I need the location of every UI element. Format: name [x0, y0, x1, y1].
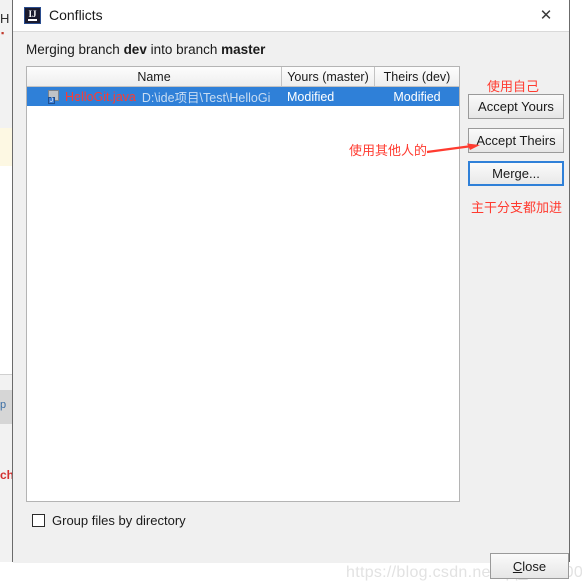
- column-header-theirs[interactable]: Theirs (dev): [375, 67, 459, 86]
- table-row[interactable]: J HelloGit.java D:\ide项目\Test\HelloGi Mo…: [27, 87, 459, 106]
- annotation-arrow-icon: [426, 143, 480, 154]
- java-class-icon: J: [48, 90, 61, 104]
- conflicts-table[interactable]: Name Yours (master) Theirs (dev) J Hello…: [26, 66, 460, 502]
- background-marker-icon: ▪: [1, 28, 5, 38]
- dialog-titlebar: IJ Conflicts ✕: [13, 0, 569, 32]
- table-cell-theirs: Modified: [393, 89, 441, 104]
- background-editor-highlight: [0, 128, 12, 166]
- dialog-title: Conflicts: [49, 7, 103, 23]
- column-header-yours[interactable]: Yours (master): [282, 67, 375, 86]
- table-cell-name: J HelloGit.java D:\ide项目\Test\HelloGi: [27, 87, 282, 106]
- background-editor-area: [0, 166, 12, 374]
- accept-yours-button[interactable]: Accept Yours: [468, 94, 564, 119]
- file-path: D:\ide项目\Test\HelloGi: [141, 91, 271, 105]
- background-p-label: p: [0, 399, 7, 411]
- table-header-row: Name Yours (master) Theirs (dev): [27, 67, 459, 87]
- conflicts-dialog: IJ Conflicts ✕ Merging branch dev into b…: [12, 0, 582, 581]
- source-branch: dev: [123, 42, 147, 57]
- close-button[interactable]: Close: [490, 553, 569, 579]
- intellij-idea-icon: IJ: [24, 7, 41, 24]
- group-files-checkbox[interactable]: [32, 514, 45, 527]
- target-branch: master: [221, 42, 266, 57]
- file-name: HelloGit.java: [65, 89, 136, 104]
- background-letter: H: [0, 11, 10, 26]
- accept-theirs-button[interactable]: Accept Theirs: [468, 128, 564, 153]
- group-files-label: Group files by directory: [52, 513, 186, 528]
- annotation-accept-yours: 使用自己: [487, 79, 540, 94]
- close-button-mnemonic: C: [512, 558, 523, 574]
- merge-description: Merging branch dev into branch master: [26, 42, 265, 57]
- merge-button[interactable]: Merge...: [468, 161, 564, 186]
- background-divider: [0, 374, 12, 375]
- table-cell-yours: Modified: [287, 89, 335, 104]
- merge-prefix: Merging branch: [26, 42, 124, 57]
- group-files-checkbox-row[interactable]: Group files by directory: [32, 513, 186, 528]
- column-header-name[interactable]: Name: [27, 67, 282, 86]
- annotation-merge: 主干分支都加进: [471, 200, 563, 215]
- annotation-accept-theirs: 使用其他人的: [349, 143, 428, 158]
- screenshot-root: H ▪ p ch IJ Conflicts ✕ Merging branch d…: [0, 0, 582, 581]
- merge-middle: into branch: [146, 42, 222, 57]
- close-button-label: lose: [522, 558, 547, 574]
- close-icon[interactable]: ✕: [523, 0, 569, 30]
- dialog-body: Merging branch dev into branch master Na…: [13, 32, 582, 581]
